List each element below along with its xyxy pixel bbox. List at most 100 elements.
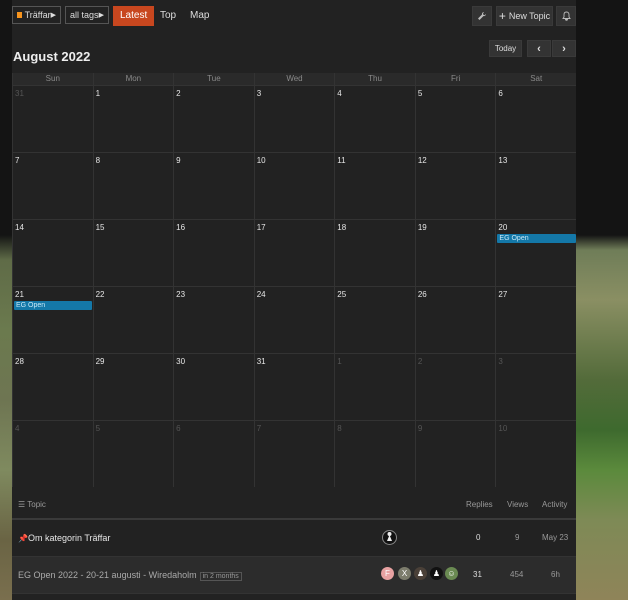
day-number[interactable]: 31 (257, 357, 266, 366)
day-number[interactable]: 30 (176, 357, 185, 366)
prev-month-button[interactable]: ‹ (527, 40, 551, 57)
nav-map[interactable]: Map (190, 6, 209, 26)
day-number[interactable]: 10 (257, 156, 266, 165)
calendar-day[interactable]: 4 (334, 86, 415, 152)
day-number[interactable]: 28 (15, 357, 24, 366)
day-number[interactable]: 1 (96, 89, 100, 98)
avatar[interactable] (382, 530, 397, 545)
calendar-day[interactable]: 31 (253, 354, 335, 420)
today-button[interactable]: Today (489, 40, 522, 57)
activity-column-header[interactable]: Activity (542, 500, 567, 509)
calendar-day[interactable]: 2 (173, 86, 254, 152)
calendar-day[interactable]: 7 (253, 421, 335, 487)
activity-time[interactable]: 6h (551, 570, 560, 579)
day-number[interactable]: 2 (176, 89, 180, 98)
calendar-day[interactable]: 6 (495, 86, 576, 152)
day-number[interactable]: 27 (498, 290, 507, 299)
day-number[interactable]: 6 (176, 424, 180, 433)
day-number[interactable]: 3 (498, 357, 502, 366)
day-number[interactable]: 6 (498, 89, 502, 98)
calendar-day[interactable]: 8 (92, 153, 174, 219)
topic-row[interactable]: 📌Om kategorin Träffar 0 9 May 23 (12, 520, 576, 557)
calendar-day[interactable]: 5 (414, 86, 496, 152)
day-number[interactable]: 7 (257, 424, 261, 433)
calendar-day[interactable]: 15 (92, 220, 174, 286)
day-number[interactable]: 5 (418, 89, 422, 98)
day-number[interactable]: 25 (337, 290, 346, 299)
avatar[interactable]: X (398, 567, 411, 580)
calendar-event[interactable]: EG Open (497, 234, 577, 243)
day-number[interactable]: 1 (337, 357, 341, 366)
day-number[interactable]: 10 (498, 424, 507, 433)
calendar-day[interactable]: 24 (253, 287, 335, 353)
calendar-day[interactable]: 23 (173, 287, 254, 353)
calendar-day[interactable]: 10 (253, 153, 335, 219)
next-month-button[interactable]: › (552, 40, 576, 57)
calendar-day[interactable]: 5 (92, 421, 174, 487)
calendar-day[interactable]: 29 (92, 354, 174, 420)
tags-dropdown[interactable]: all tags ▶ (65, 6, 109, 24)
notifications-button[interactable] (556, 6, 576, 26)
calendar-day[interactable]: 1 (334, 354, 415, 420)
topic-row[interactable]: EG Open 2022 - 20-21 augusti - Wiredahol… (12, 557, 576, 594)
day-number[interactable]: 4 (337, 89, 341, 98)
day-number[interactable]: 13 (498, 156, 507, 165)
day-number[interactable]: 12 (418, 156, 427, 165)
day-number[interactable]: 8 (337, 424, 341, 433)
day-number[interactable]: 9 (418, 424, 422, 433)
calendar-day[interactable]: 26 (414, 287, 496, 353)
calendar-day[interactable]: 11 (334, 153, 415, 219)
calendar-day[interactable]: 22 (92, 287, 174, 353)
day-number[interactable]: 3 (257, 89, 261, 98)
calendar-day[interactable]: 19 (414, 220, 496, 286)
day-number[interactable]: 7 (15, 156, 19, 165)
day-number[interactable]: 9 (176, 156, 180, 165)
topic-title[interactable]: EG Open 2022 - 20-21 augusti - Wiredahol… (18, 570, 242, 581)
avatar[interactable]: ♟ (430, 567, 443, 580)
day-number[interactable]: 16 (176, 223, 185, 232)
category-dropdown[interactable]: Träffar ▶ (12, 6, 61, 24)
activity-time[interactable]: May 23 (542, 533, 568, 542)
day-number[interactable]: 18 (337, 223, 346, 232)
day-number[interactable]: 15 (96, 223, 105, 232)
day-number[interactable]: 4 (15, 424, 19, 433)
day-number[interactable]: 31 (15, 89, 24, 98)
day-number[interactable]: 24 (257, 290, 266, 299)
views-column-header[interactable]: Views (507, 500, 528, 509)
day-number[interactable]: 23 (176, 290, 185, 299)
calendar-day[interactable]: 8 (334, 421, 415, 487)
day-number[interactable]: 17 (257, 223, 266, 232)
day-number[interactable]: 20 (498, 223, 507, 232)
nav-latest[interactable]: Latest (113, 6, 155, 26)
day-number[interactable]: 21 (15, 290, 24, 299)
replies-column-header[interactable]: Replies (466, 500, 493, 509)
new-topic-button[interactable]: + New Topic (496, 6, 553, 26)
calendar-day[interactable]: 4 (12, 421, 93, 487)
calendar-day[interactable]: 18 (334, 220, 415, 286)
calendar-day[interactable]: 7 (12, 153, 93, 219)
topic-title[interactable]: 📌Om kategorin Träffar (18, 533, 110, 543)
calendar-day[interactable]: 2 (414, 354, 496, 420)
topic-column-header[interactable]: ☰ Topic (18, 500, 46, 509)
calendar-day[interactable]: 17 (253, 220, 335, 286)
day-number[interactable]: 22 (96, 290, 105, 299)
calendar-day[interactable]: 13 (495, 153, 576, 219)
wrench-button[interactable] (472, 6, 492, 26)
calendar-day[interactable]: 10 (495, 421, 576, 487)
calendar-day[interactable]: 20 EG Open (495, 220, 577, 286)
nav-top[interactable]: Top (160, 6, 176, 26)
day-number[interactable]: 29 (96, 357, 105, 366)
calendar-day[interactable]: 14 (12, 220, 93, 286)
avatar[interactable]: ♟ (414, 567, 427, 580)
calendar-day[interactable]: 1 (92, 86, 174, 152)
calendar-day[interactable]: 27 (495, 287, 576, 353)
calendar-day[interactable]: 9 (173, 153, 254, 219)
day-number[interactable]: 2 (418, 357, 422, 366)
calendar-day[interactable]: 9 (414, 421, 496, 487)
calendar-day[interactable]: 12 (414, 153, 496, 219)
avatar[interactable]: F (381, 567, 394, 580)
day-number[interactable]: 5 (96, 424, 100, 433)
avatar[interactable]: ☺ (445, 567, 458, 580)
day-number[interactable]: 14 (15, 223, 24, 232)
calendar-day[interactable]: 3 (253, 86, 335, 152)
